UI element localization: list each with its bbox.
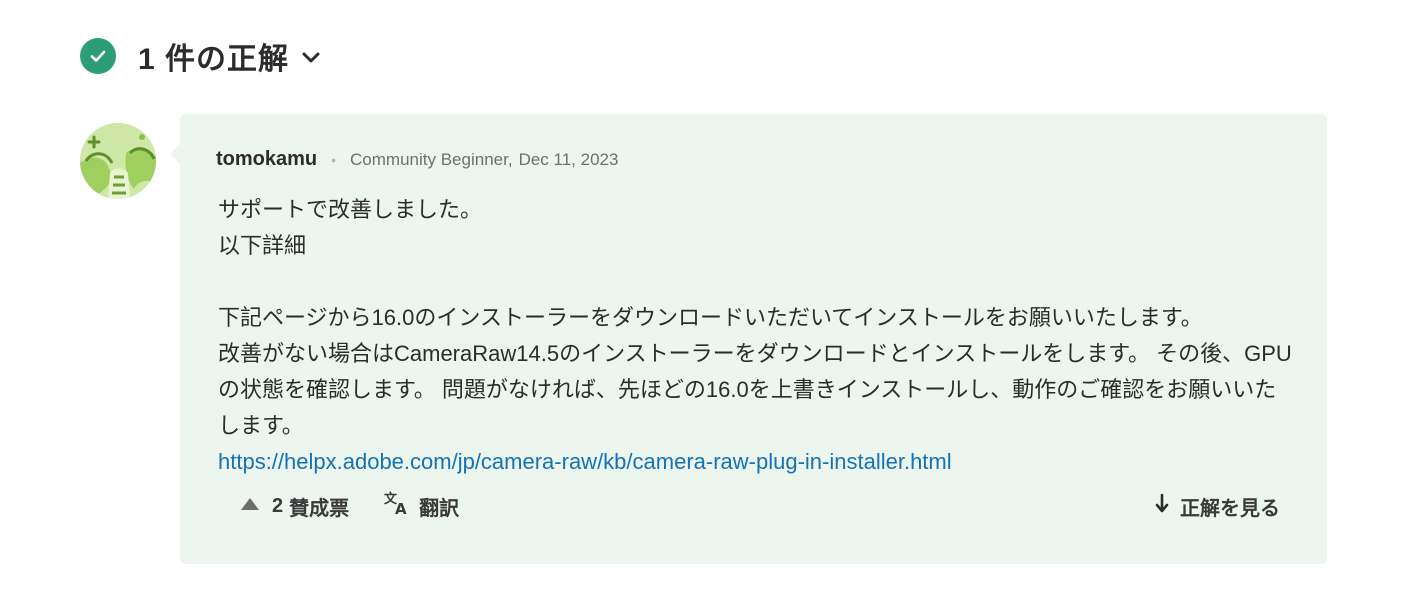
post-actions: 2 賛成票 文 A 翻訳 正解を見る	[240, 488, 1280, 524]
post-meta: tomokamu • Community Beginner, Dec 11, 2…	[216, 148, 618, 171]
card-pointer	[170, 144, 180, 164]
post-body: サポートで改善しました。 以下詳細 下記ページから16.0のインストーラーをダウ…	[218, 192, 1298, 480]
vote-label: 賛成票	[289, 497, 350, 520]
checkmark-circle-icon	[80, 38, 116, 74]
upvote-button[interactable]: 2 賛成票	[240, 492, 349, 521]
body-paragraph: 改善がない場合はCameraRaw14.5のインストーラーをダウンロードとインス…	[218, 341, 1292, 438]
avatar[interactable]	[80, 123, 156, 199]
upvote-triangle-icon	[240, 495, 260, 518]
view-accepted-answer-button[interactable]: 正解を見る	[1154, 492, 1280, 521]
translate-label: 翻訳	[419, 497, 460, 520]
translate-icon: 文 A	[383, 490, 411, 522]
vote-count: 2	[272, 494, 284, 517]
arrow-down-icon	[1154, 492, 1170, 520]
translate-button[interactable]: 文 A 翻訳	[383, 490, 459, 522]
body-line: サポートで改善しました。	[218, 197, 483, 222]
installer-link[interactable]: https://helpx.adobe.com/jp/camera-raw/kb…	[218, 449, 952, 474]
body-line: 以下詳細	[218, 233, 307, 258]
author-rank: Community Beginner,	[350, 150, 513, 169]
view-answer-label: 正解を見る	[1180, 497, 1280, 520]
accepted-answers-title: 1 件の正解	[138, 43, 290, 76]
meta-separator: •	[331, 152, 337, 168]
chevron-down-icon[interactable]	[301, 51, 321, 65]
post-date: Dec 11, 2023	[518, 150, 619, 169]
author-name[interactable]: tomokamu	[216, 148, 317, 171]
svg-text:A: A	[395, 500, 407, 516]
answer-card: tomokamu • Community Beginner, Dec 11, 2…	[170, 114, 1327, 564]
body-paragraph: 下記ページから16.0のインストーラーをダウンロードいただいてインストールをお願…	[218, 305, 1203, 330]
accepted-answers-header[interactable]: 1 件の正解	[80, 36, 321, 76]
